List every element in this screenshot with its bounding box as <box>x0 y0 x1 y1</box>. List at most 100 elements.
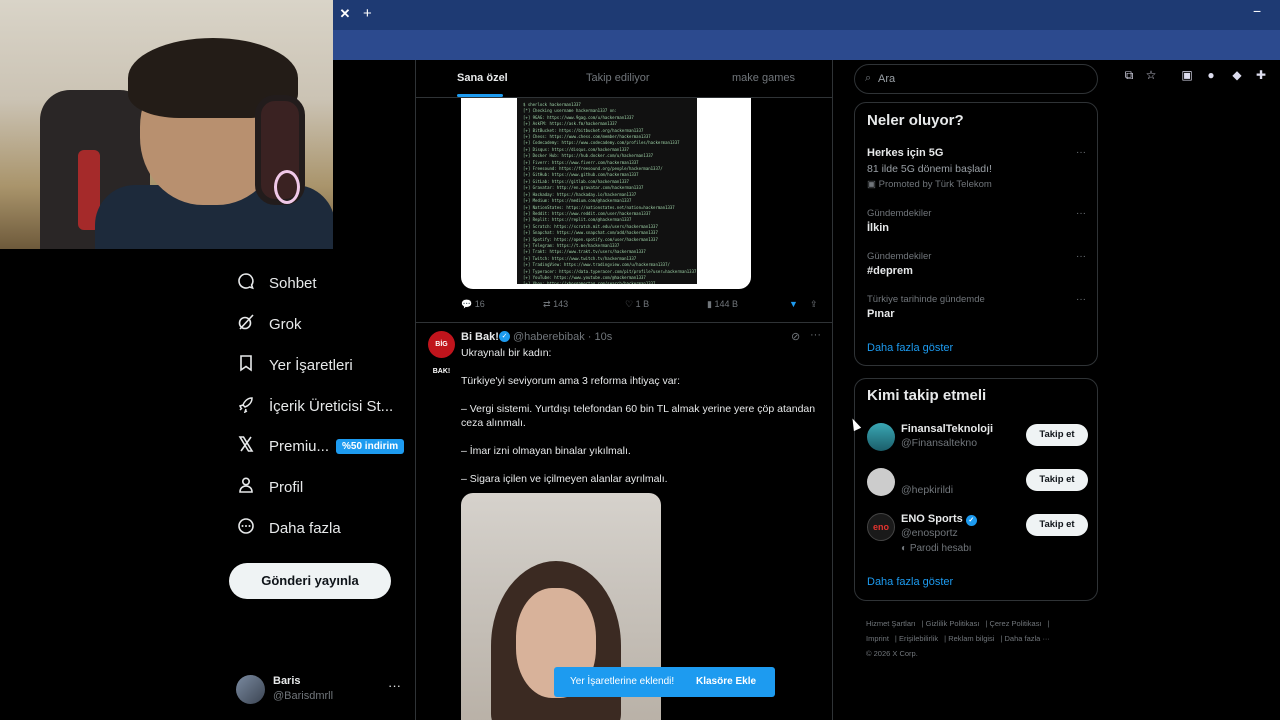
footer-links: Hizmet Şartları | Gizlilik Politikası | Çe… <box>866 619 1050 658</box>
webcam-overlay <box>0 0 333 249</box>
follow-button[interactable]: Takip et <box>1026 514 1088 536</box>
sidebar-item-label: Sohbet <box>269 274 317 292</box>
footer-link[interactable]: Imprint <box>866 634 889 643</box>
more-dots-icon[interactable]: ··· <box>1076 147 1086 158</box>
sidebar-item-profile[interactable]: Profil <box>228 470 303 504</box>
retweet-icon: ⇄ <box>543 299 551 309</box>
follow-button[interactable]: Takip et <box>1026 469 1088 491</box>
minimize-window-button[interactable]: − <box>1253 3 1261 19</box>
search-box[interactable]: ⌕ <box>854 64 1098 94</box>
tweet-author-handle[interactable]: @haberebibak · 10s <box>513 331 612 343</box>
toast-message: Yer İşaretlerine eklendi! <box>570 676 675 687</box>
add-to-folder-button[interactable]: Klasöre Ekle <box>696 676 756 687</box>
follow-suggestion[interactable]: eno ENO Sports ✓ @enosportz ◐ Parodi hes… <box>867 513 1092 557</box>
like-button[interactable]: ♡ 1 B <box>625 299 649 310</box>
tab-following[interactable]: Takip ediliyor <box>586 72 650 84</box>
sidebar-item-label: Yer İşaretleri <box>269 356 353 374</box>
more-dots-icon[interactable]: ··· <box>810 329 821 341</box>
more-dots-icon[interactable]: ··· <box>1076 251 1086 262</box>
feed-tabs: Sana özel Takip ediliyor make games <box>416 60 832 98</box>
extension-icon[interactable]: ◆ <box>1229 67 1245 83</box>
trend-title: #deprem <box>867 265 913 277</box>
rocket-icon <box>228 395 264 418</box>
sidebar-item-more[interactable]: Daha fazla <box>228 511 341 545</box>
parody-text: Parodi hesabı <box>909 543 972 554</box>
footer-link[interactable]: Gizlilik Politikası <box>926 619 980 628</box>
parody-label: ◐ Parodi hesabı <box>901 543 972 554</box>
install-app-icon[interactable]: ⧉ <box>1121 67 1137 83</box>
follow-suggestion[interactable]: FinansalTeknoloji @Finansaltekno Takip e… <box>867 423 1092 467</box>
promoted-text: Promoted by Türk Telekom <box>878 179 992 190</box>
share-icon[interactable]: ⇪ <box>810 299 818 310</box>
footer-link[interactable]: Daha fazla ··· <box>1005 634 1050 643</box>
footer-link[interactable]: Erişilebilirlik <box>899 634 938 643</box>
sidebar-item-grok[interactable]: Grok <box>228 307 302 341</box>
suggestion-name: FinansalTeknoloji <box>901 423 994 435</box>
trend-item[interactable]: Türkiye tarihinde gündemde Pınar ··· <box>867 294 1092 320</box>
more-dots-icon[interactable]: ··· <box>1076 208 1086 219</box>
retweet-button[interactable]: ⇄ 143 <box>543 299 568 310</box>
grok-icon[interactable]: ⊘ <box>791 330 800 343</box>
x-logo-icon <box>228 435 264 458</box>
tweet-text-line: Türkiye'yi seviyorum ama 3 reforma ihtiy… <box>461 375 681 387</box>
trend-title: Pınar <box>867 308 895 320</box>
extension-icon[interactable]: ● <box>1203 67 1219 83</box>
footer-link[interactable]: Hizmet Şartları <box>866 619 916 628</box>
terminal-screenshot-image[interactable]: $ sherlock hackerman1337 [*] Checking use… <box>461 98 751 289</box>
search-input[interactable] <box>878 71 1078 87</box>
terminal-line: [+] NationStates: https://nationstates.n… <box>523 204 675 210</box>
trend-item[interactable]: Gündemdekiler #deprem ··· <box>867 251 1092 277</box>
trend-context: Gündemdekiler <box>867 208 932 219</box>
avatar <box>236 675 265 704</box>
trends-show-more-link[interactable]: Daha fazla göster <box>867 342 953 354</box>
puzzle-extensions-icon[interactable]: ✚ <box>1253 67 1269 83</box>
search-icon: ⌕ <box>865 72 872 84</box>
reply-button[interactable]: 💬 16 <box>461 299 485 310</box>
account-switcher[interactable]: Baris @Barisdmrll ··· <box>236 673 411 705</box>
footer-link[interactable]: Reklam bilgisi <box>948 634 994 643</box>
who-show-more-link[interactable]: Daha fazla göster <box>867 576 953 588</box>
more-dots-icon[interactable]: ··· <box>388 678 401 693</box>
close-tab-icon[interactable]: ✕ <box>338 6 352 22</box>
new-tab-button[interactable]: + <box>363 5 372 22</box>
sidebar-item-label: Premiu... <box>269 437 330 455</box>
reply-icon: 💬 <box>461 299 473 309</box>
follow-button[interactable]: Takip et <box>1026 424 1088 446</box>
trends-title: Neler oluyor? <box>867 112 964 129</box>
divider <box>416 322 832 323</box>
tab-for-you[interactable]: Sana özel <box>457 72 508 84</box>
avatar[interactable]: BİG BAK! <box>428 331 455 375</box>
more-circle-icon <box>228 517 264 540</box>
verified-badge-icon: ✓ <box>499 331 510 342</box>
post-button[interactable]: Gönderi yayınla <box>229 563 391 599</box>
sidebar-item-chat[interactable]: Sohbet <box>228 266 317 300</box>
suggestion-name: ENO Sports ✓ <box>901 513 977 526</box>
trend-item[interactable]: Gündemdekiler İlkin ··· <box>867 208 1092 234</box>
translate-extension-icon[interactable]: ▣ <box>1179 67 1195 83</box>
trend-item[interactable]: Herkes için 5G 81 ilde 5G dönemi başladı… <box>867 147 1092 190</box>
parody-mask-icon: ◐ <box>901 543 910 554</box>
who-to-follow-panel: Kimi takip etmeli FinansalTeknoloji @Fin… <box>854 378 1098 601</box>
footer-link[interactable]: Çerez Politikası <box>989 619 1041 628</box>
tab-make-games[interactable]: make games <box>732 72 795 84</box>
sidebar-item-label: İçerik Üreticisi St... <box>269 397 394 415</box>
bookmark-star-icon[interactable]: ☆ <box>1143 67 1159 83</box>
sidebar-item-label: Profil <box>269 478 304 496</box>
bookmark-filled-icon[interactable]: ▼ <box>789 299 798 309</box>
suggestion-handle: @Finansaltekno <box>901 437 978 449</box>
webcam-headset-light <box>274 170 300 204</box>
reply-count: 16 <box>474 299 485 309</box>
sidebar-item-bookmarks[interactable]: Yer İşaretleri <box>228 348 353 382</box>
more-dots-icon[interactable]: ··· <box>1076 294 1086 305</box>
tweet-author-name[interactable]: Bi Bak! <box>461 331 499 343</box>
active-tab-indicator <box>457 94 503 97</box>
tweet-text-line: Ukraynalı bir kadın: <box>461 347 552 359</box>
views-button[interactable]: ▮ 144 B <box>707 299 738 310</box>
trend-title: Herkes için 5G <box>867 147 944 159</box>
sidebar-item-creator-studio[interactable]: İçerik Üreticisi St... <box>228 389 393 423</box>
sidebar-item-label: Daha fazla <box>269 519 341 537</box>
promoted-label: ▣ Promoted by Türk Telekom <box>867 179 1092 190</box>
sidebar-item-premium[interactable]: Premiu... %50 indirim <box>228 429 405 463</box>
follow-suggestion[interactable]: @hepkirildi Takip et <box>867 468 1092 512</box>
main-feed: $ sherlock hackerman1337 [*] Checking use… <box>415 60 833 720</box>
